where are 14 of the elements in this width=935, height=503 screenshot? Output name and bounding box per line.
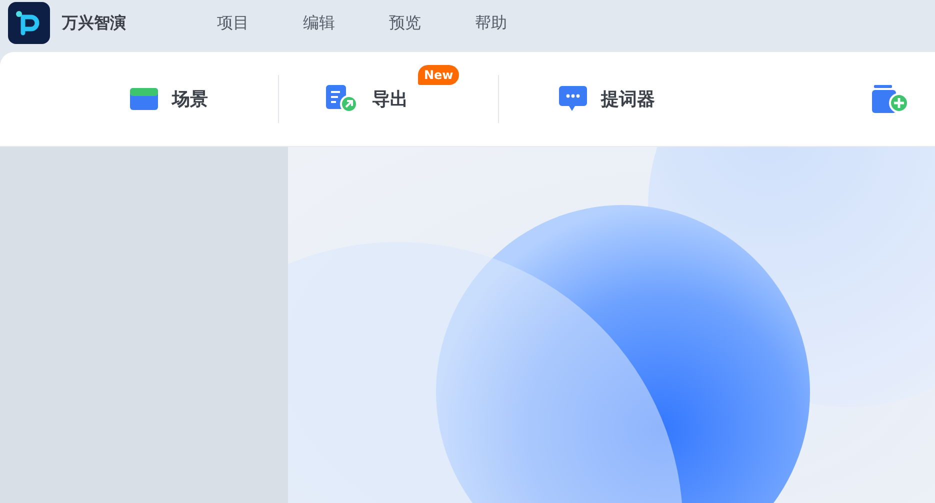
chat-bubble-icon: [559, 86, 587, 112]
folder-plus-icon: [872, 85, 909, 113]
tool-label[interactable]: 提词器: [601, 87, 655, 111]
menu-item[interactable]: 预览: [389, 12, 421, 34]
tool-label[interactable]: 场景: [172, 87, 208, 111]
app-logo: [8, 2, 50, 44]
new-badge: New: [418, 65, 460, 85]
document-arrow-icon: [326, 85, 358, 113]
menu-item[interactable]: 项目: [217, 12, 249, 34]
app-name: 万兴智演: [62, 12, 127, 34]
menu-item[interactable]: 编辑: [303, 12, 335, 34]
tool-label[interactable]: 导出: [372, 87, 408, 111]
menu-item[interactable]: 帮助: [475, 12, 507, 34]
card-icon: [130, 88, 158, 110]
